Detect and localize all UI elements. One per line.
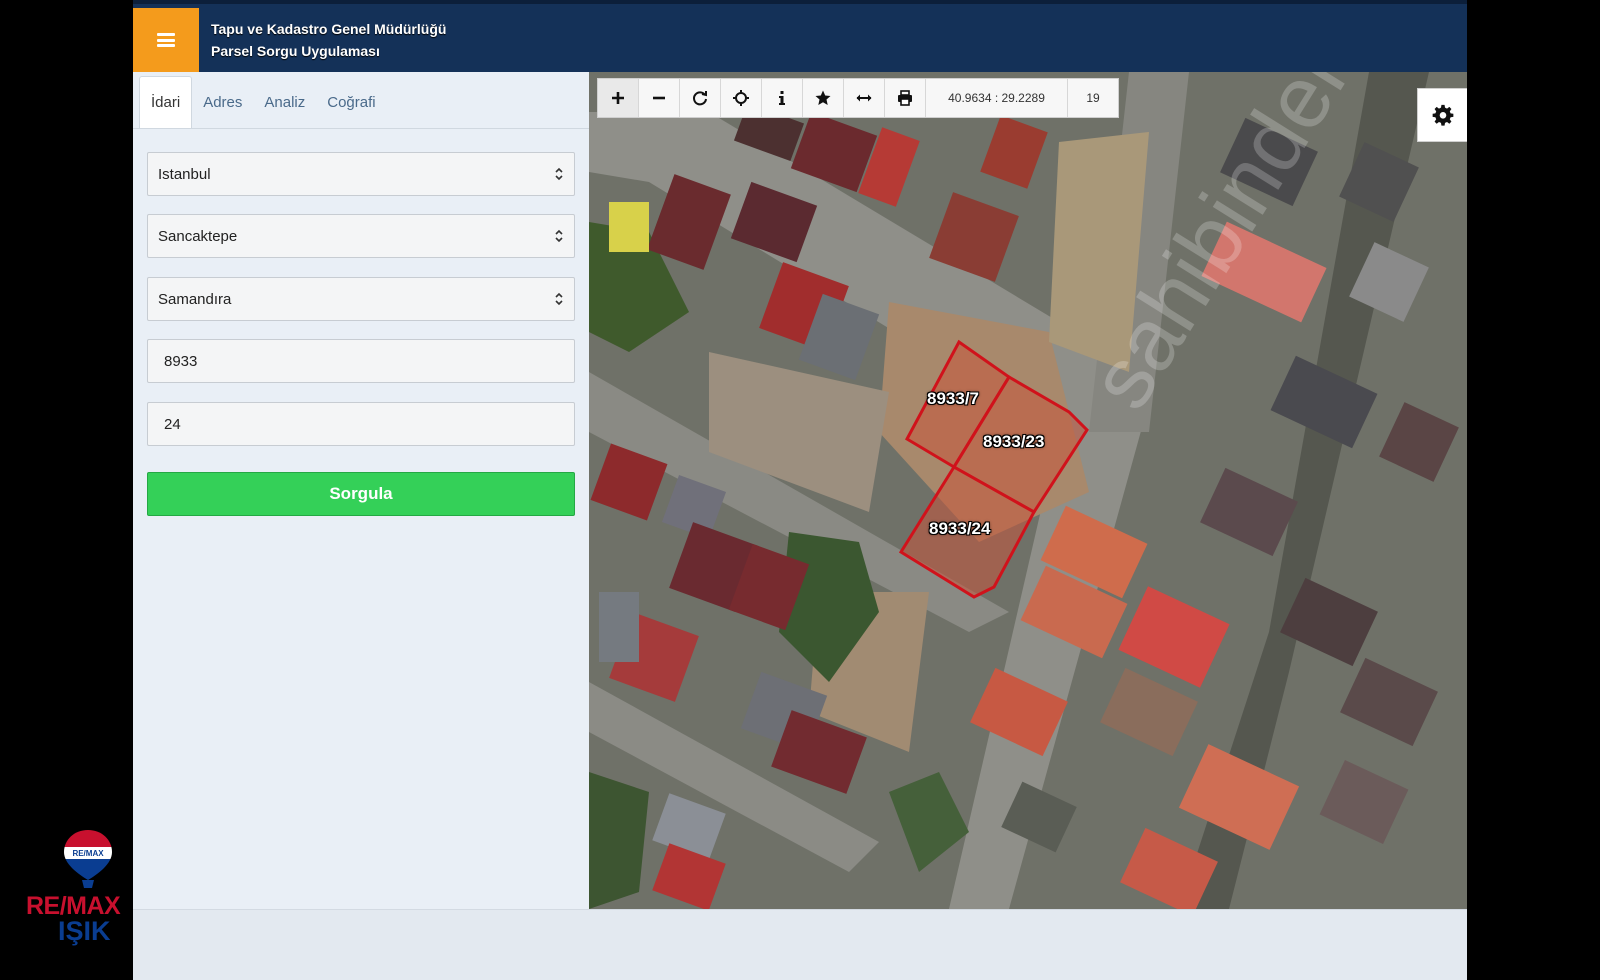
zoom-out-button[interactable] bbox=[639, 79, 680, 117]
balloon-icon: RE/MAX bbox=[64, 830, 112, 888]
measure-icon bbox=[856, 94, 872, 102]
district-select[interactable]: Sancaktepe bbox=[147, 214, 575, 258]
zoom-in-icon bbox=[612, 92, 624, 104]
query-button[interactable]: Sorgula bbox=[147, 472, 575, 516]
remax-logo: RE/MAX RE/MAX IŞIK bbox=[20, 828, 150, 948]
neighborhood-select[interactable]: Samandıra bbox=[147, 277, 575, 321]
star-icon bbox=[815, 90, 831, 105]
hamburger-icon bbox=[157, 33, 175, 47]
parcel-label: 8933/7 bbox=[927, 389, 979, 408]
province-select[interactable]: Istanbul bbox=[147, 152, 575, 196]
parcel-label: 8933/24 bbox=[929, 519, 991, 538]
map-view[interactable]: 8933/7 8933/23 8933/24 sahibinden.com bbox=[589, 72, 1467, 909]
parcel-number-input[interactable]: 24 bbox=[147, 402, 575, 446]
hamburger-menu-button[interactable] bbox=[133, 8, 199, 72]
tab-divider bbox=[133, 128, 589, 129]
gear-icon bbox=[1432, 104, 1453, 126]
locate-button[interactable] bbox=[721, 79, 762, 117]
info-button[interactable] bbox=[762, 79, 803, 117]
parcel-label: 8933/23 bbox=[983, 432, 1045, 451]
tab-analiz[interactable]: Analiz bbox=[253, 76, 316, 128]
province-select-value: Istanbul bbox=[158, 165, 211, 183]
favorite-button[interactable] bbox=[803, 79, 844, 117]
select-chevron-icon bbox=[555, 292, 563, 306]
tab-adres[interactable]: Adres bbox=[192, 76, 253, 128]
measure-button[interactable] bbox=[844, 79, 885, 117]
footer-bar bbox=[133, 909, 1467, 980]
zoom-in-button[interactable] bbox=[598, 79, 639, 117]
coordinate-readout: 40.9634 : 29.2289 bbox=[926, 79, 1068, 117]
district-select-value: Sancaktepe bbox=[158, 227, 238, 245]
refresh-icon bbox=[693, 91, 707, 106]
zoom-level-readout: 19 bbox=[1086, 91, 1100, 105]
office-name: IŞIK bbox=[58, 916, 111, 946]
app-window: Tapu ve Kadastro Genel Müdürlüğü Parsel … bbox=[133, 0, 1467, 980]
app-header: Tapu ve Kadastro Genel Müdürlüğü Parsel … bbox=[133, 0, 1467, 72]
info-icon bbox=[779, 91, 785, 105]
app-title: Tapu ve Kadastro Genel Müdürlüğü Parsel … bbox=[211, 18, 446, 62]
app-title-line2: Parsel Sorgu Uygulaması bbox=[211, 43, 380, 59]
settings-button[interactable] bbox=[1417, 88, 1467, 142]
tab-idari[interactable]: İdari bbox=[139, 76, 193, 128]
print-icon bbox=[898, 90, 912, 106]
query-tabs: İdari Adres Analiz Coğrafi bbox=[139, 76, 387, 128]
refresh-button[interactable] bbox=[680, 79, 721, 117]
block-number-input[interactable]: 8933 bbox=[147, 339, 575, 383]
map-toolbar: 40.9634 : 29.2289 19 bbox=[597, 78, 1119, 118]
satellite-imagery bbox=[589, 72, 1467, 909]
select-chevron-icon bbox=[555, 229, 563, 243]
select-chevron-icon bbox=[555, 167, 563, 181]
print-button[interactable] bbox=[885, 79, 926, 117]
svg-text:RE/MAX: RE/MAX bbox=[72, 849, 104, 858]
query-panel: İdari Adres Analiz Coğrafi Istanbul Sanc… bbox=[133, 72, 589, 909]
neighborhood-select-value: Samandıra bbox=[158, 290, 232, 308]
zoom-out-icon bbox=[653, 96, 665, 100]
locate-icon bbox=[733, 90, 749, 106]
tab-cografi[interactable]: Coğrafi bbox=[316, 76, 386, 128]
app-title-line1: Tapu ve Kadastro Genel Müdürlüğü bbox=[211, 21, 447, 37]
